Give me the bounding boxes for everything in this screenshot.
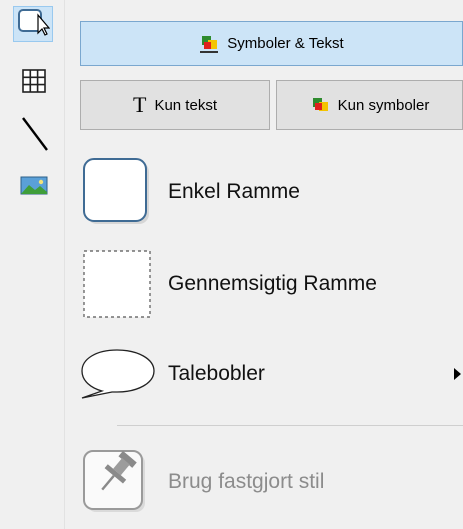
pinned-style-label: Brug fastgjort stil xyxy=(168,470,325,493)
symbols-icon xyxy=(199,35,219,53)
line-icon xyxy=(17,114,51,159)
frame-style-menu: Symboler & Tekst T Kun tekst Kun symbole… xyxy=(72,0,463,529)
symbols-only-button[interactable]: Kun symboler xyxy=(276,80,463,130)
speech-bubble-icon xyxy=(72,330,162,418)
image-tool-button[interactable] xyxy=(14,170,54,206)
tool-rail xyxy=(0,0,65,529)
symbols-and-text-label: Symboler & Tekst xyxy=(227,35,344,52)
line-tool-button[interactable] xyxy=(14,116,54,154)
simple-frame-icon xyxy=(72,148,162,236)
symbols-and-text-button[interactable]: Symboler & Tekst xyxy=(80,21,463,66)
transparent-frame-label: Gennemsigtig Ramme xyxy=(168,272,377,295)
menu-item-simple-frame[interactable]: Enkel Ramme xyxy=(72,148,463,236)
frame-tool-button[interactable] xyxy=(13,6,53,42)
pin-icon xyxy=(72,438,162,526)
rail-divider xyxy=(64,0,65,529)
symbols-only-icon xyxy=(310,97,330,113)
symbols-only-label: Kun symboler xyxy=(337,96,430,114)
text-only-button[interactable]: T Kun tekst xyxy=(80,80,270,130)
submenu-arrow-icon xyxy=(454,368,461,380)
frame-icon xyxy=(16,7,51,42)
text-only-label: Kun tekst xyxy=(154,96,217,114)
text-icon: T xyxy=(133,92,147,117)
transparent-frame-icon xyxy=(72,240,162,328)
menu-separator xyxy=(117,425,463,426)
image-icon xyxy=(19,175,49,202)
simple-frame-label: Enkel Ramme xyxy=(168,180,300,203)
speech-bubbles-label: Talebobler xyxy=(168,362,265,385)
menu-item-pinned-style[interactable]: Brug fastgjort stil xyxy=(72,438,463,526)
grid-icon xyxy=(19,66,49,101)
grid-tool-button[interactable] xyxy=(14,65,54,101)
menu-item-transparent-frame[interactable]: Gennemsigtig Ramme xyxy=(72,240,463,328)
menu-item-speech-bubbles[interactable]: Talebobler xyxy=(72,330,463,418)
